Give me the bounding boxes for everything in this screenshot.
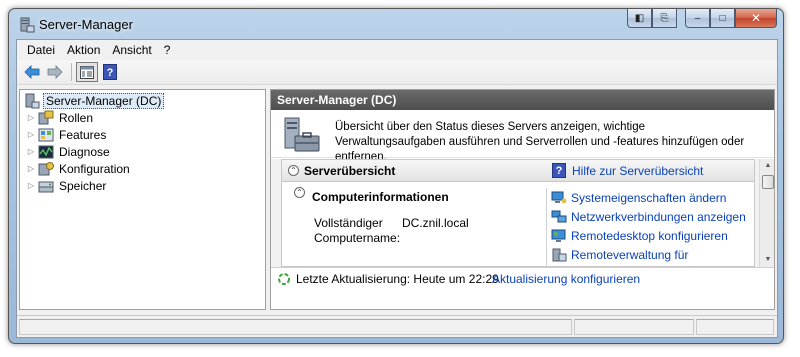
system-properties-icon	[551, 191, 567, 204]
menu-aktion[interactable]: Aktion	[61, 43, 106, 57]
maximize-button[interactable]: □	[710, 9, 735, 28]
tree-item-label: Server-Manager (DC)	[43, 92, 165, 109]
tree-item-konfiguration[interactable]: ▷ Konfiguration	[26, 160, 132, 177]
server-manager-window: Server-Manager ◧ ⎘ – □ ✕ Datei Aktion An…	[8, 8, 784, 344]
tree-item-label: Features	[59, 127, 107, 142]
close-icon: ✕	[750, 11, 762, 25]
pin-caption-button[interactable]: ⎘	[652, 9, 677, 28]
back-button[interactable]	[21, 62, 43, 82]
maximize-icon: □	[719, 12, 726, 24]
task-link: Remotedesktop konfigurieren	[571, 229, 728, 243]
help-link[interactable]: Hilfe zur Serverübersicht	[572, 164, 703, 178]
task-link: Remoteverwaltung für	[571, 248, 689, 262]
tree-item-label: Rollen	[59, 110, 94, 125]
tree-item-speicher[interactable]: ▷ Speicher	[26, 177, 108, 194]
status-bar	[17, 315, 777, 337]
full-computer-name-value: DC.znil.local	[402, 216, 469, 230]
content-header: Server-Manager (DC)	[271, 90, 774, 110]
caption-buttons: ◧ ⎘ – □ ✕	[627, 9, 777, 28]
collapse-icon[interactable]: ⌃	[288, 165, 299, 176]
tree-item-label: Diagnose	[59, 144, 110, 159]
window-title: Server-Manager	[39, 17, 133, 32]
forward-button[interactable]	[44, 62, 66, 82]
task-change-system-properties[interactable]: Systemeigenschaften ändern	[551, 190, 726, 206]
configuration-icon	[38, 161, 54, 175]
tree-item-rollen[interactable]: ▷ Rollen	[26, 109, 95, 126]
menu-datei[interactable]: Datei	[21, 43, 61, 57]
scroll-down-icon[interactable]: ▼	[760, 253, 774, 267]
caption-restore-icon: ◧	[634, 12, 645, 24]
tree-item-features[interactable]: ▷ Features	[26, 126, 108, 143]
tree-item-root[interactable]: Server-Manager (DC)	[22, 92, 165, 109]
help-icon: ?	[552, 163, 566, 178]
vertical-scrollbar[interactable]: ▲ ▼	[759, 159, 774, 267]
back-forward-caption-button[interactable]: ◧	[627, 9, 652, 28]
status-segment	[19, 319, 572, 335]
diagnostics-icon	[38, 145, 54, 158]
task-link: Systemeigenschaften ändern	[571, 191, 727, 205]
forward-arrow-icon	[47, 65, 63, 79]
tree-item-label: Konfiguration	[59, 161, 130, 176]
server-manager-icon	[25, 93, 40, 108]
close-button[interactable]: ✕	[735, 9, 777, 28]
show-hide-console-tree-button[interactable]	[76, 62, 98, 82]
intro-panel: Übersicht über den Status dieses Servers…	[271, 110, 774, 163]
refresh-bar: Letzte Aktualisierung: Heute um 22:29 Ak…	[271, 267, 774, 289]
section-header: ⌃ Serverübersicht ? Hilfe zur Serverüber…	[282, 160, 754, 182]
network-icon	[551, 210, 567, 223]
refresh-icon	[278, 273, 290, 285]
show-hide-tree-icon	[80, 65, 94, 79]
expand-icon[interactable]: ▷	[26, 147, 36, 156]
task-show-network-connections[interactable]: Netzwerkverbindungen anzeigen	[551, 209, 746, 225]
toolbar-separator	[71, 63, 72, 81]
roles-icon	[38, 110, 54, 124]
tree-item-diagnose[interactable]: ▷ Diagnose	[26, 143, 112, 160]
tree-item-label: Speicher	[59, 178, 107, 193]
server-summary-section: ⌃ Serverübersicht ? Hilfe zur Serverüber…	[281, 159, 755, 268]
section-title: Serverübersicht	[304, 164, 396, 178]
remote-desktop-icon	[551, 229, 566, 242]
help-button[interactable]: ?	[99, 62, 121, 82]
help-glyph: ?	[107, 67, 114, 79]
last-refresh-text: Letzte Aktualisierung: Heute um 22:29	[296, 272, 499, 286]
remote-management-icon	[552, 248, 567, 262]
collapse-icon[interactable]: ⌃	[294, 187, 305, 198]
scrollable-summary[interactable]: ⌃ Serverübersicht ? Hilfe zur Serverüber…	[271, 159, 774, 268]
help-icon: ?	[103, 64, 117, 80]
expand-icon[interactable]: ▷	[26, 181, 36, 190]
status-segment	[574, 319, 694, 335]
expand-icon[interactable]: ▷	[26, 113, 36, 122]
task-remote-management[interactable]: Remoteverwaltung für	[551, 247, 688, 263]
features-icon	[38, 128, 54, 141]
tasks-panel: Systemeigenschaften ändern Netzwerkverbi…	[546, 188, 746, 268]
back-arrow-icon	[24, 65, 40, 79]
server-manager-icon	[20, 17, 35, 33]
menu-ansicht[interactable]: Ansicht	[106, 43, 157, 57]
minimize-icon: –	[694, 12, 701, 24]
scroll-up-icon[interactable]: ▲	[760, 159, 774, 173]
task-link: Netzwerkverbindungen anzeigen	[571, 210, 746, 224]
caption-pin-icon: ⎘	[660, 12, 669, 24]
panes: Server-Manager (DC) ▷ Rollen ▷ Features …	[17, 87, 777, 312]
content-pane: Server-Manager (DC) Übersicht über den S…	[270, 89, 775, 310]
menu-help[interactable]: ?	[158, 43, 177, 57]
client-area: Datei Aktion Ansicht ? ? Server-Manager …	[16, 39, 778, 338]
title-bar[interactable]: Server-Manager ◧ ⎘ – □ ✕	[9, 9, 783, 39]
task-configure-remote-desktop[interactable]: Remotedesktop konfigurieren	[551, 228, 728, 244]
subsection-title: Computerinformationen	[312, 190, 449, 204]
expand-icon[interactable]: ▷	[26, 130, 36, 139]
full-computer-name-label: Vollständiger Computername:	[314, 216, 401, 245]
configure-refresh-link[interactable]: Aktualisierung konfigurieren	[492, 272, 640, 286]
minimize-button[interactable]: –	[685, 9, 710, 28]
toolbar: ?	[17, 60, 777, 85]
status-segment	[696, 319, 774, 335]
storage-icon	[38, 181, 54, 192]
scroll-thumb[interactable]	[762, 175, 774, 189]
expand-icon[interactable]: ▷	[26, 164, 36, 173]
server-toolbox-icon	[284, 117, 320, 152]
menu-bar: Datei Aktion Ansicht ?	[17, 40, 777, 60]
console-tree: Server-Manager (DC) ▷ Rollen ▷ Features …	[19, 89, 266, 310]
